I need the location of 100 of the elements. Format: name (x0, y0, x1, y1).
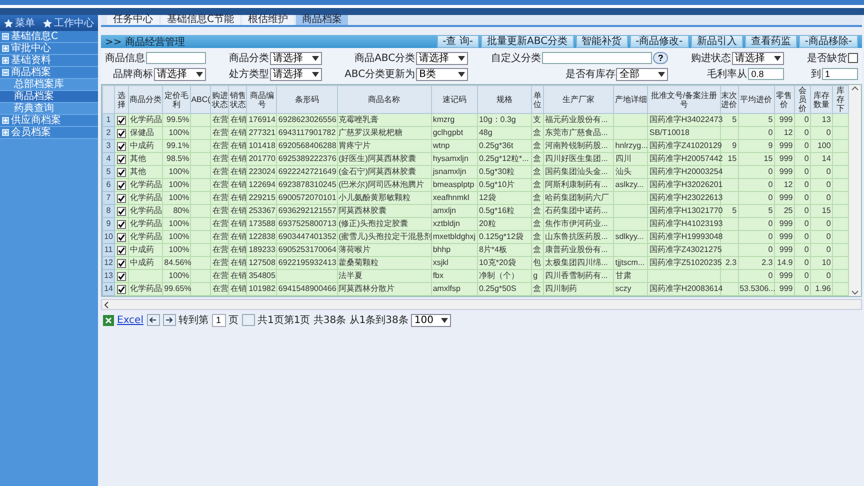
checked-checkbox[interactable] (117, 206, 126, 216)
checked-checkbox[interactable] (117, 128, 126, 138)
horizontal-scrollbar[interactable] (101, 299, 862, 310)
menu-item[interactable]: 商品档案 (0, 91, 98, 103)
column-header[interactable]: 定价毛利 (162, 86, 191, 114)
star-icon (43, 18, 52, 28)
column-header[interactable]: 选择 (114, 86, 129, 114)
row-number: 5 (102, 166, 115, 178)
previous-button[interactable] (146, 314, 160, 326)
caret-icon (658, 72, 666, 76)
column-header[interactable]: 商品分类 (128, 86, 163, 114)
column-header[interactable]: 条形码 (276, 86, 338, 114)
select-field[interactable]: 请选择 (270, 68, 322, 80)
column-header[interactable]: 购进状态 (210, 86, 229, 114)
toolbar-button[interactable]: 智能补货 (576, 35, 628, 48)
sidebar-tab[interactable]: 菜单 (4, 16, 35, 30)
column-header[interactable]: 销售状态 (228, 86, 247, 114)
table-cell: xztbldjn (431, 218, 478, 230)
checked-checkbox[interactable] (117, 154, 126, 164)
toolbar-button[interactable]: 新品引入 (690, 35, 743, 48)
toolbar-button[interactable]: -商品移除- (798, 35, 858, 48)
table-cell: 国药准字Z41020129 (648, 140, 720, 152)
checked-checkbox[interactable] (117, 180, 126, 190)
menu-item[interactable]: 供应商档案 (0, 115, 98, 127)
table-cell: 6905253170064 (276, 244, 338, 256)
tab[interactable]: 根估维护 (242, 15, 294, 25)
tab[interactable]: 任务中心 (107, 15, 159, 25)
table-cell: 6936292121557 (276, 204, 338, 218)
menu-item[interactable]: 商品档案 (0, 67, 98, 79)
table-cell: 河南羚锐制药股... (544, 140, 614, 152)
tab[interactable]: 基础信息C节能 (161, 15, 240, 25)
scroll-down-icon[interactable] (851, 290, 859, 296)
column-header[interactable]: 规格 (477, 86, 532, 114)
column-header[interactable]: 批准文号/备案注册号 (648, 86, 720, 114)
toolbar-button[interactable]: 查看药监 (744, 35, 797, 48)
table-cell: 化学药品 (128, 204, 163, 218)
table-cell: 阿莫西林分散片 (337, 282, 432, 296)
text-field[interactable] (146, 52, 206, 64)
text-field[interactable]: 1 (822, 68, 858, 80)
toolbar-button[interactable]: -商品修改- (630, 35, 689, 48)
column-header[interactable]: 会员价 (794, 86, 810, 114)
toolbar-button[interactable]: -查 询- (436, 35, 480, 48)
select-field[interactable]: 请选择 (416, 52, 468, 64)
checked-checkbox[interactable] (117, 272, 126, 280)
text-field[interactable]: 0.8 (748, 68, 784, 80)
column-header[interactable]: 商品名称 (337, 86, 432, 114)
select-field[interactable]: 请选择 (732, 52, 784, 64)
checked-checkbox[interactable] (117, 232, 126, 242)
column-header[interactable]: 产地详细 (614, 86, 648, 114)
export-link[interactable]: Excel (117, 314, 144, 326)
column-header[interactable]: 库存下 (832, 86, 848, 114)
table-cell: xeafhnmkl (431, 192, 478, 204)
table-cell: gclhgpbt (431, 126, 478, 140)
column-header[interactable]: 速记码 (431, 86, 478, 114)
checked-checkbox[interactable] (117, 194, 126, 202)
checked-checkbox[interactable] (117, 116, 126, 124)
filter-label: ABC分类更新为 (344, 68, 416, 81)
column-header[interactable]: 库存数量 (810, 86, 832, 114)
scroll-up-icon[interactable] (851, 85, 859, 91)
checked-checkbox[interactable] (117, 168, 126, 176)
vertical-scrollbar[interactable] (849, 85, 861, 296)
select-field[interactable]: 全部 (616, 68, 668, 80)
text-field[interactable] (542, 52, 652, 64)
table-cell: 6941548900466 (276, 282, 338, 296)
page-field[interactable]: 1 (212, 314, 226, 326)
column-header[interactable]: 零售价 (774, 86, 794, 114)
sidebar-tab[interactable]: 工作中心 (43, 16, 94, 30)
checked-checkbox[interactable] (117, 220, 126, 228)
menu-item[interactable]: 基础信息C (0, 31, 98, 43)
page-summary: 共1页第1页 共38条 从1条到38条 (258, 314, 408, 327)
menu-item[interactable]: 审批中心 (0, 43, 98, 55)
menu-item[interactable]: 基础资料 (0, 55, 98, 67)
checked-checkbox[interactable] (117, 246, 126, 254)
checked-checkbox[interactable] (117, 142, 126, 150)
menu-item[interactable]: 会员档案 (0, 127, 98, 139)
checked-checkbox[interactable] (117, 284, 126, 294)
plus-icon (2, 117, 9, 124)
table-cell: (修正)头孢拉定胶囊 (337, 218, 432, 230)
filter-label: 自定义分类 (490, 52, 541, 65)
caret-icon (196, 72, 203, 76)
minus-icon (2, 69, 9, 76)
column-header[interactable]: 平均进价 (738, 86, 774, 114)
select-field[interactable]: 请选择 (154, 68, 206, 80)
table-cell: bmeasplptp (431, 178, 478, 192)
toolbar-button[interactable]: 批量更新ABC分类 (481, 35, 574, 48)
next-button[interactable] (162, 314, 176, 326)
column-header[interactable]: 商品编号 (246, 86, 277, 114)
column-header[interactable]: 末次进价 (720, 86, 738, 114)
table-cell: 克霉唑乳膏 (337, 114, 432, 126)
help-button[interactable]: ? (652, 52, 668, 64)
checkbox[interactable] (848, 53, 858, 63)
page-size-select[interactable]: 100 (411, 314, 452, 326)
select-field[interactable]: 请选择 (270, 52, 322, 64)
select-field[interactable]: B类 (416, 68, 468, 80)
column-header[interactable]: ABC( (190, 86, 211, 114)
column-header[interactable]: 生产厂家 (544, 86, 614, 114)
column-header[interactable]: 单位 (532, 86, 544, 114)
tab[interactable]: 商品档案 (296, 15, 348, 25)
table-cell: 0.5g*30粒 (477, 166, 532, 178)
checked-checkbox[interactable] (117, 258, 126, 268)
